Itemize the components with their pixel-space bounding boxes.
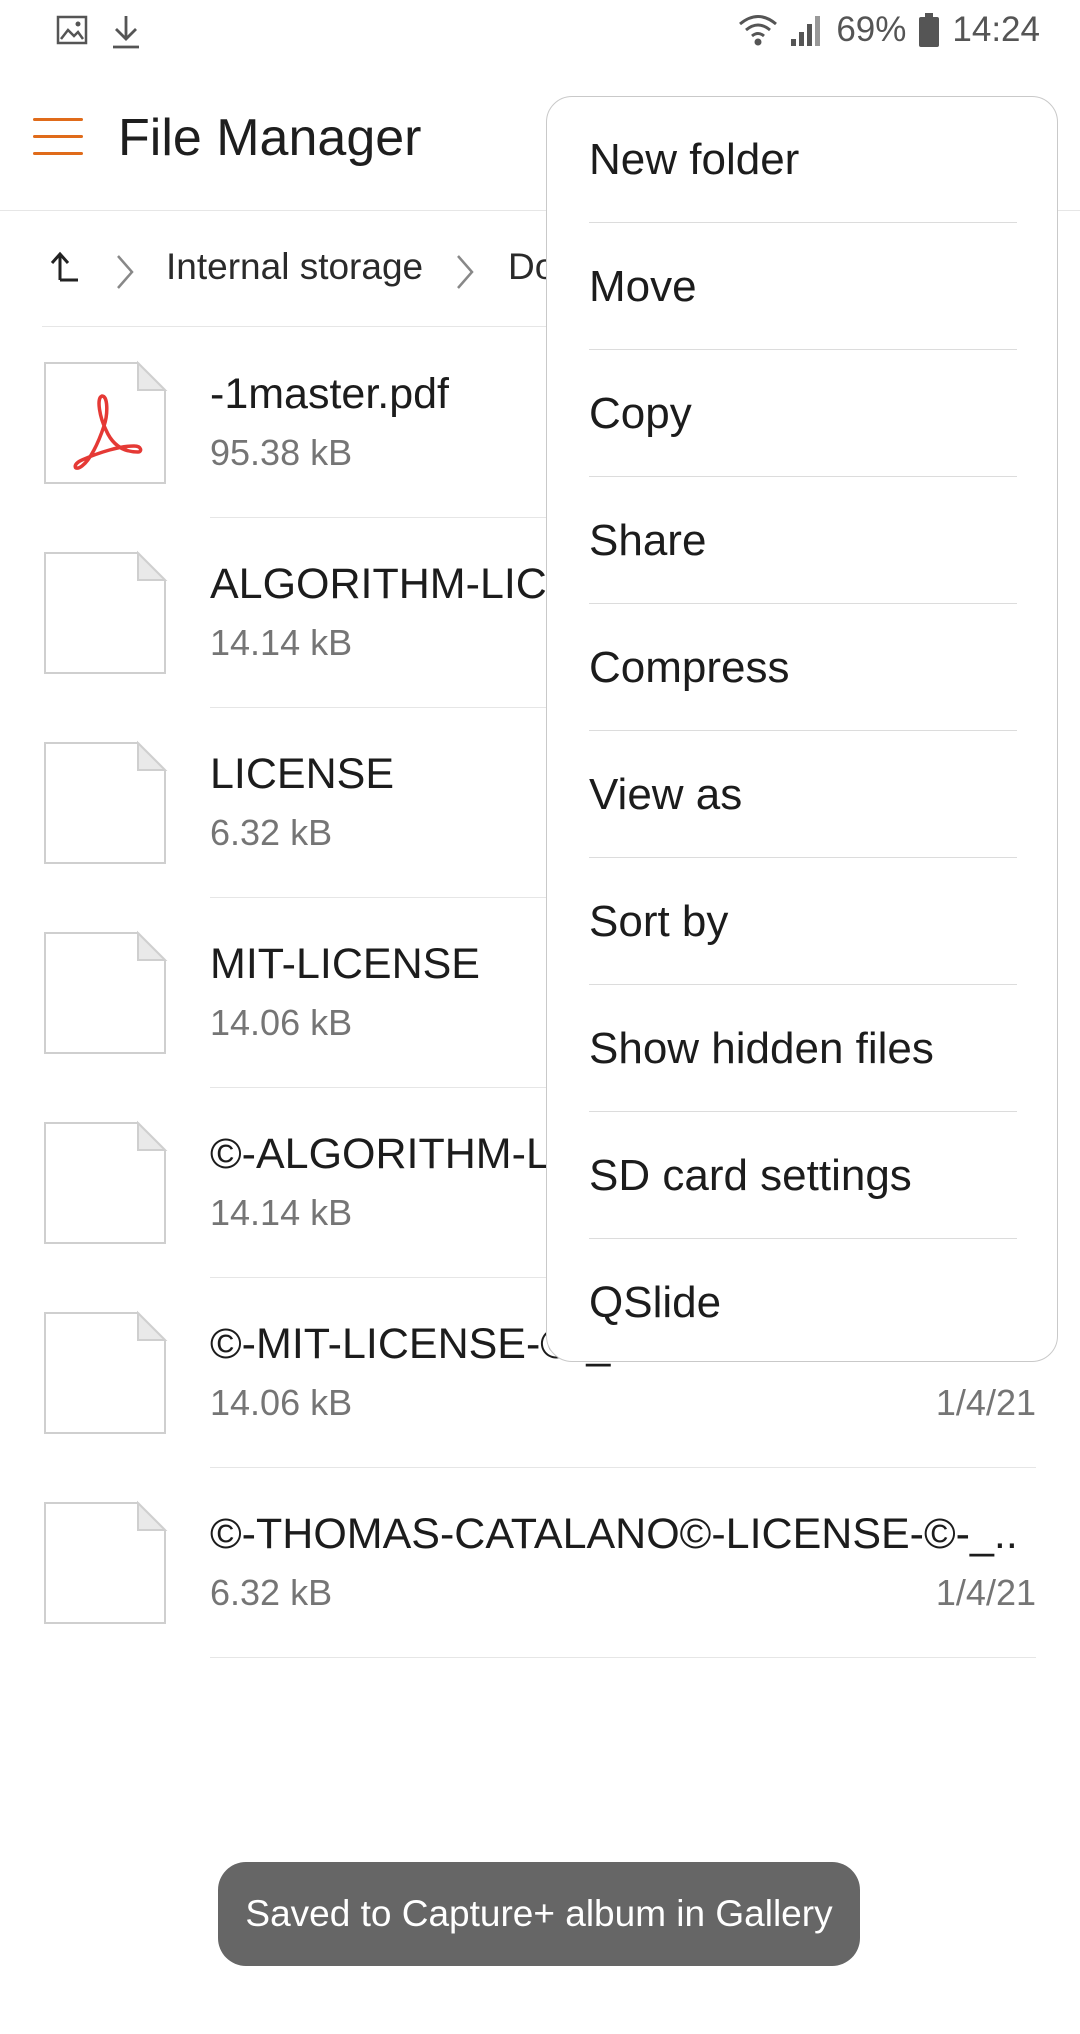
file-icon <box>42 740 168 866</box>
menu-item-label: Share <box>589 516 707 565</box>
menu-item-label: SD card settings <box>589 1151 912 1200</box>
chevron-right-icon <box>454 252 476 297</box>
file-size: 6.32 kB <box>210 812 333 853</box>
menu-item-label: Sort by <box>589 897 729 946</box>
download-icon <box>110 14 142 55</box>
file-icon <box>42 550 168 676</box>
divider <box>589 1238 1017 1239</box>
status-bar: 69% 14:24 <box>0 0 1080 64</box>
wifi-icon <box>738 13 778 47</box>
file-size: 14.06 kB <box>210 1382 353 1423</box>
menu-item-qslide[interactable]: QSlide <box>589 1240 1017 1366</box>
file-size: 14.06 kB <box>210 1002 353 1043</box>
page-title: File Manager <box>118 109 422 167</box>
divider <box>210 1657 1036 1658</box>
up-arrow-icon[interactable] <box>46 250 82 291</box>
menu-item-label: New folder <box>589 135 800 184</box>
menu-item-label: Compress <box>589 643 790 692</box>
hamburger-icon[interactable] <box>33 118 83 156</box>
menu-item-move[interactable]: Move <box>589 224 1017 350</box>
clock: 14:24 <box>952 10 1040 49</box>
divider <box>589 1111 1017 1112</box>
file-name: ©-THOMAS-CATALANO©-LICENSE-©-_.. <box>210 1510 1018 1558</box>
file-size: 95.38 kB <box>210 432 353 473</box>
divider <box>589 857 1017 858</box>
menu-item-label: Copy <box>589 389 692 438</box>
divider <box>589 603 1017 604</box>
file-icon <box>42 1120 168 1246</box>
battery-percent: 69% <box>836 10 907 49</box>
divider <box>589 730 1017 731</box>
menu-item-view-as[interactable]: View as <box>589 732 1017 858</box>
menu-item-label: QSlide <box>589 1278 722 1327</box>
toast-message: Saved to Capture+ album in Gallery <box>245 1893 833 1934</box>
file-name: ©-ALGORITHM-L <box>210 1130 550 1178</box>
file-size: 14.14 kB <box>210 1192 353 1233</box>
pdf-icon <box>42 360 168 486</box>
divider <box>589 349 1017 350</box>
menu-item-copy[interactable]: Copy <box>589 351 1017 477</box>
menu-item-label: View as <box>589 770 743 819</box>
menu-item-compress[interactable]: Compress <box>589 605 1017 731</box>
file-icon <box>42 1310 168 1436</box>
file-name: ALGORITHM-LIC <box>210 560 547 608</box>
signal-icon <box>790 13 824 47</box>
overflow-menu: New folder Move Copy Share Compress View… <box>546 96 1058 1362</box>
divider <box>589 222 1017 223</box>
toast: Saved to Capture+ album in Gallery <box>218 1862 860 1966</box>
divider <box>589 984 1017 985</box>
file-name: -1master.pdf <box>210 370 449 418</box>
file-icon <box>42 1500 168 1626</box>
menu-item-new-folder[interactable]: New folder <box>589 97 1017 223</box>
file-name: MIT-LICENSE <box>210 940 480 988</box>
file-icon <box>42 930 168 1056</box>
file-date: 1/4/21 <box>935 1382 1036 1423</box>
file-size: 6.32 kB <box>210 1572 333 1613</box>
menu-item-show-hidden-files[interactable]: Show hidden files <box>589 986 1017 1112</box>
file-name: LICENSE <box>210 750 395 798</box>
menu-item-label: Move <box>589 262 697 311</box>
gallery-icon <box>56 14 88 55</box>
chevron-right-icon <box>114 252 136 297</box>
menu-item-label: Show hidden files <box>589 1024 934 1073</box>
divider <box>589 476 1017 477</box>
battery-icon <box>918 12 940 48</box>
menu-item-sd-card-settings[interactable]: SD card settings <box>589 1113 1017 1239</box>
file-size: 14.14 kB <box>210 622 353 663</box>
list-item[interactable]: ©-THOMAS-CATALANO©-LICENSE-©-_.. 6.32 kB… <box>0 1468 1080 1658</box>
breadcrumb-item-internal-storage[interactable]: Internal storage <box>166 246 423 288</box>
menu-item-sort-by[interactable]: Sort by <box>589 859 1017 985</box>
file-date: 1/4/21 <box>935 1572 1036 1613</box>
menu-item-share[interactable]: Share <box>589 478 1017 604</box>
